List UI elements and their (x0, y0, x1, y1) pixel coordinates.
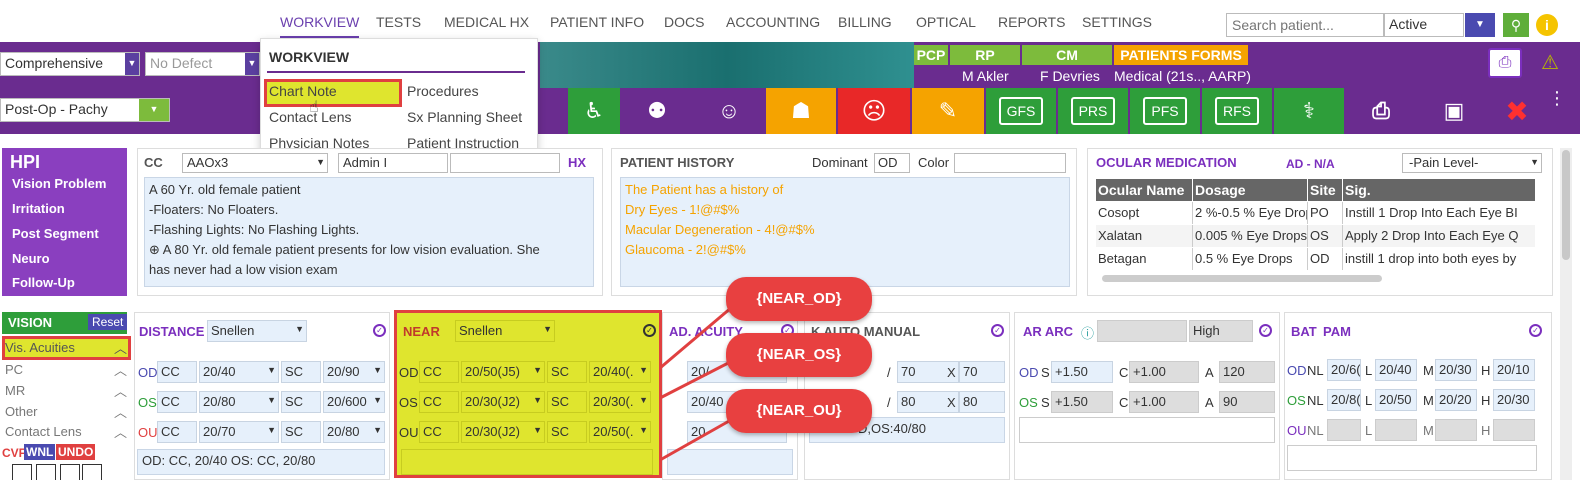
callout-near-os: {NEAR_OS} (726, 333, 872, 377)
callout-near-ou: {NEAR_OU} (726, 389, 872, 433)
callout-near-od: {NEAR_OD} (726, 277, 872, 321)
